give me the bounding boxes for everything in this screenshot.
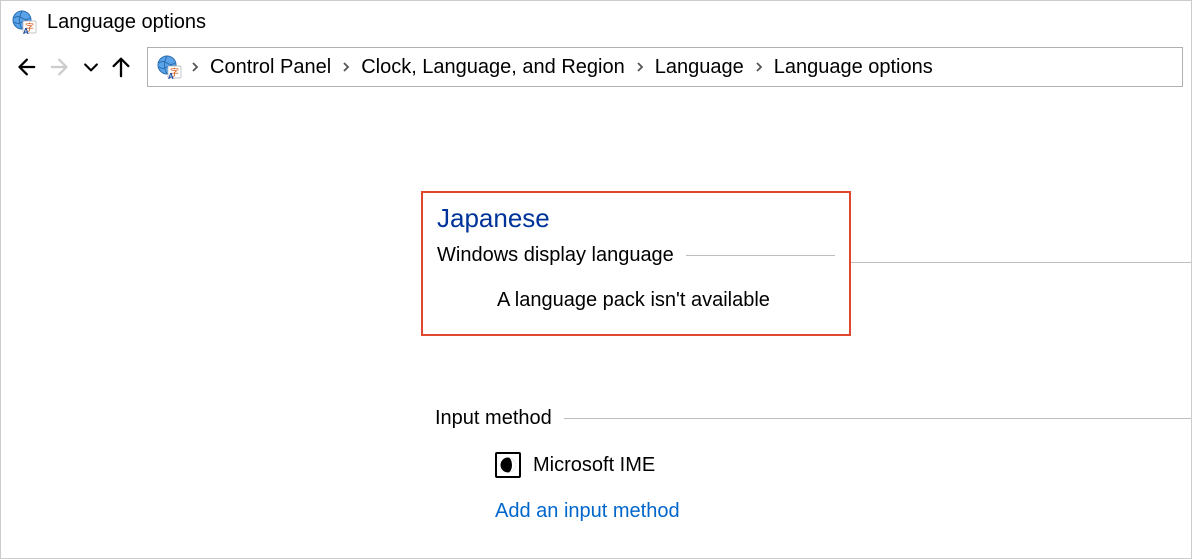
globe-language-icon: 字 A xyxy=(11,9,37,35)
divider-line xyxy=(686,255,835,256)
highlight-box: Japanese Windows display language A lang… xyxy=(421,191,851,336)
title-bar: 字 A Language options xyxy=(1,1,1191,43)
up-button[interactable] xyxy=(105,51,137,83)
breadcrumb-language[interactable]: Language xyxy=(653,56,746,79)
input-method-section: Input method Microsoft IME Add an input … xyxy=(421,401,1191,523)
globe-language-icon: 字 A xyxy=(156,54,182,80)
ime-row: Microsoft IME xyxy=(495,452,1191,478)
language-pack-status: A language pack isn't available xyxy=(497,289,835,312)
navigation-bar: 字 A Control Panel Clock, Language, and R… xyxy=(1,43,1191,91)
back-button[interactable] xyxy=(9,51,41,83)
svg-text:A: A xyxy=(23,27,29,35)
display-language-label: Windows display language xyxy=(437,244,674,267)
add-input-method-link[interactable]: Add an input method xyxy=(495,500,680,523)
recent-locations-dropdown[interactable] xyxy=(81,51,101,83)
ime-icon xyxy=(495,452,521,478)
breadcrumb-clock-language-region[interactable]: Clock, Language, and Region xyxy=(359,56,627,79)
chevron-right-icon[interactable] xyxy=(752,60,766,74)
breadcrumb-control-panel[interactable]: Control Panel xyxy=(208,56,333,79)
divider-line xyxy=(851,262,1191,263)
divider-line xyxy=(564,418,1191,419)
window-title: Language options xyxy=(47,11,206,34)
chevron-right-icon[interactable] xyxy=(188,60,202,74)
chevron-right-icon[interactable] xyxy=(633,60,647,74)
input-method-label: Input method xyxy=(435,407,552,430)
language-heading: Japanese xyxy=(437,203,835,234)
display-language-section: Windows display language xyxy=(437,244,835,267)
address-bar[interactable]: 字 A Control Panel Clock, Language, and R… xyxy=(147,47,1183,87)
chevron-right-icon[interactable] xyxy=(339,60,353,74)
svg-text:A: A xyxy=(168,72,174,80)
forward-button[interactable] xyxy=(45,51,77,83)
ime-name: Microsoft IME xyxy=(533,454,655,477)
breadcrumb-language-options[interactable]: Language options xyxy=(772,56,935,79)
